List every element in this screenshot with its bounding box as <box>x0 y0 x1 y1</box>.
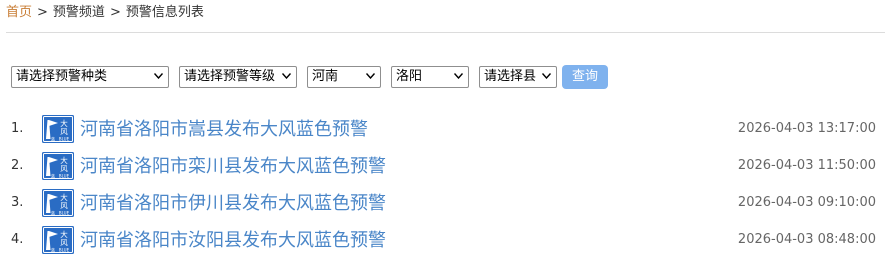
list-item: 4. 大 风 蓝 BLUE 河南省洛阳市汝阳县发布大风蓝色预警 2026-04-… <box>0 226 885 263</box>
alert-title-link[interactable]: 河南省洛阳市汝阳县发布大风蓝色预警 <box>80 228 386 254</box>
alert-timestamp: 2026-04-03 13:17:00 <box>737 121 876 136</box>
warning-level-select[interactable]: 请选择预警等级 <box>179 66 297 88</box>
svg-text:风: 风 <box>60 201 68 210</box>
query-button[interactable]: 查询 <box>562 65 608 89</box>
list-item-number: 3. <box>11 195 24 210</box>
chevron-down-icon <box>542 73 551 79</box>
alert-timestamp: 2026-04-03 11:50:00 <box>737 158 876 173</box>
breadcrumb-separator: > <box>109 5 121 20</box>
svg-text:蓝: 蓝 <box>51 210 55 216</box>
breadcrumb-current: 预警信息列表 <box>125 5 204 20</box>
wind-blue-warning-icon: 大 风 蓝 BLUE <box>42 115 74 143</box>
list-item-number: 4. <box>11 232 24 247</box>
county-select[interactable]: 请选择县 <box>479 66 557 88</box>
alert-title-link[interactable]: 河南省洛阳市嵩县发布大风蓝色预警 <box>80 117 368 143</box>
list-item-number: 2. <box>11 158 24 173</box>
alert-timestamp: 2026-04-03 09:10:00 <box>737 195 876 210</box>
svg-text:BLUE: BLUE <box>59 248 70 253</box>
chevron-down-icon <box>282 73 291 79</box>
chevron-down-icon <box>366 73 375 79</box>
warning-level-select-value: 请选择预警等级 <box>184 69 276 84</box>
list-item: 1. 大 风 蓝 BLUE 河南省洛阳市嵩县发布大风蓝色预警 2026-04-0… <box>0 115 885 152</box>
breadcrumb: 首页 > 预警频道 > 预警信息列表 <box>6 4 204 22</box>
alert-timestamp: 2026-04-03 08:48:00 <box>737 232 876 247</box>
city-select-value: 洛阳 <box>396 69 423 84</box>
svg-text:BLUE: BLUE <box>59 174 70 179</box>
alert-title-link[interactable]: 河南省洛阳市栾川县发布大风蓝色预警 <box>80 154 386 180</box>
chevron-down-icon <box>154 73 163 79</box>
breadcrumb-channel-link[interactable]: 预警频道 <box>53 5 105 20</box>
province-select[interactable]: 河南 <box>307 66 381 88</box>
warning-type-select-value: 请选择预警种类 <box>16 69 108 84</box>
svg-text:BLUE: BLUE <box>59 137 70 142</box>
svg-text:蓝: 蓝 <box>51 136 55 142</box>
alert-list: 1. 大 风 蓝 BLUE 河南省洛阳市嵩县发布大风蓝色预警 2026-04-0… <box>0 115 885 263</box>
svg-text:风: 风 <box>60 164 68 173</box>
breadcrumb-home-link[interactable]: 首页 <box>6 5 32 20</box>
alert-title-link[interactable]: 河南省洛阳市伊川县发布大风蓝色预警 <box>80 191 386 217</box>
svg-text:风: 风 <box>60 238 68 247</box>
header-divider <box>6 32 885 33</box>
svg-text:蓝: 蓝 <box>51 247 55 253</box>
list-item: 3. 大 风 蓝 BLUE 河南省洛阳市伊川县发布大风蓝色预警 2026-04-… <box>0 189 885 226</box>
wind-blue-warning-icon: 大 风 蓝 BLUE <box>42 189 74 217</box>
chevron-down-icon <box>454 73 463 79</box>
wind-blue-warning-icon: 大 风 蓝 BLUE <box>42 152 74 180</box>
breadcrumb-separator: > <box>37 5 48 20</box>
svg-text:风: 风 <box>60 127 68 136</box>
svg-text:BLUE: BLUE <box>59 211 70 216</box>
wind-blue-warning-icon: 大 风 蓝 BLUE <box>42 226 74 254</box>
list-item: 2. 大 风 蓝 BLUE 河南省洛阳市栾川县发布大风蓝色预警 2026-04-… <box>0 152 885 189</box>
filter-bar: 请选择预警种类 请选择预警等级 河南 洛阳 请选择县 查询 <box>11 65 608 89</box>
svg-text:蓝: 蓝 <box>51 173 55 179</box>
list-item-number: 1. <box>11 121 24 136</box>
county-select-value: 请选择县 <box>484 69 537 84</box>
city-select[interactable]: 洛阳 <box>391 66 469 88</box>
province-select-value: 河南 <box>312 69 339 84</box>
warning-type-select[interactable]: 请选择预警种类 <box>11 66 169 88</box>
